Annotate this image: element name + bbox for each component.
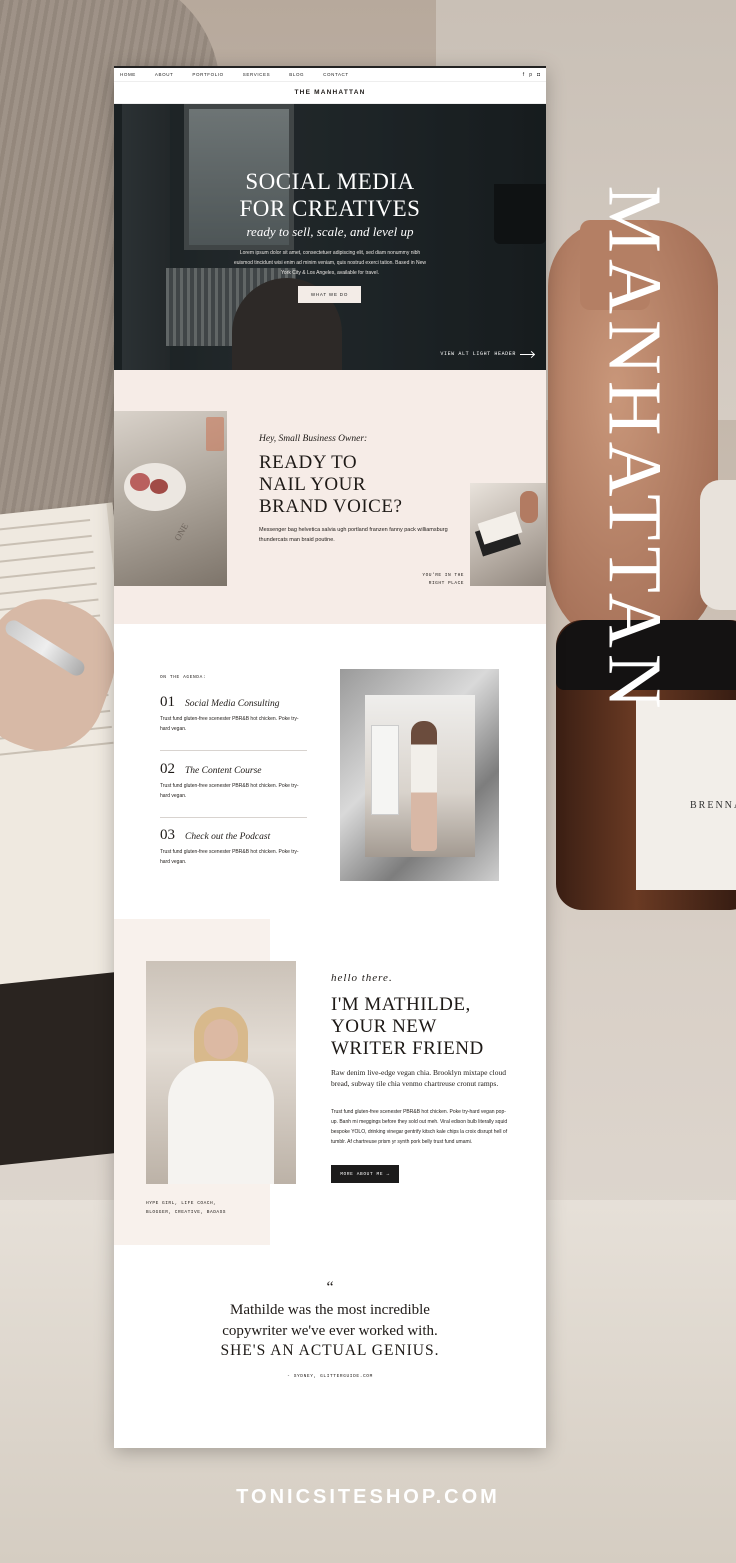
woman-shape bbox=[411, 721, 437, 851]
agenda-item[interactable]: 01 Social Media Consulting Trust fund glu… bbox=[160, 694, 307, 734]
agenda-number: 01 bbox=[160, 694, 175, 710]
about-body: Trust fund gluten-free scenester PBR&B h… bbox=[331, 1109, 508, 1145]
agenda-desc: Trust fund gluten-free scenester PBR&B h… bbox=[160, 716, 299, 732]
alt-header-label: VIEW ALT LIGHT HEADER bbox=[440, 351, 516, 357]
intro-heading-line3: BRAND VOICE? bbox=[259, 496, 403, 517]
agenda-label: ON THE AGENDA: bbox=[160, 675, 207, 680]
vertical-brand-word: MANHATTAN bbox=[593, 130, 677, 770]
caption-line2: BLOGGER, CREATIVE, BADASS bbox=[146, 1210, 227, 1215]
hero-title-line2: FOR CREATIVES bbox=[239, 196, 421, 221]
about-heading: I'M MATHILDE, YOUR NEW WRITER FRIEND bbox=[331, 994, 484, 1060]
agenda-number: 03 bbox=[160, 827, 175, 843]
what-we-do-button[interactable]: WHAT WE DO bbox=[298, 286, 361, 303]
nav-about[interactable]: ABOUT bbox=[155, 72, 174, 77]
testimonial-text: Mathilde was the most incredible copywri… bbox=[114, 1300, 546, 1342]
fig-shape bbox=[150, 479, 168, 494]
main-nav: HOME ABOUT PORTFOLIO SERVICES BLOG CONTA… bbox=[120, 72, 349, 77]
about-lead: Raw denim live-edge vegan chia. Brooklyn… bbox=[331, 1068, 506, 1088]
figs-photo: ONE bbox=[114, 411, 227, 586]
portrait-caption: HYPE GIRL, LIFE COACH, BLOGGER, CREATIVE… bbox=[146, 1199, 226, 1217]
tag-line2: RIGHT PLACE bbox=[428, 581, 464, 586]
about-heading-line3: WRITER FRIEND bbox=[331, 1038, 484, 1059]
testimonial-line1: Mathilde was the most incredible bbox=[230, 1302, 430, 1318]
agenda-title: Check out the Podcast bbox=[185, 832, 271, 842]
agenda-section: ON THE AGENDA: 01 Social Media Consulting… bbox=[114, 624, 546, 919]
right-place-tag: YOU'RE IN THE RIGHT PLACE bbox=[414, 572, 464, 588]
hero-section: SOCIAL MEDIA FOR CREATIVES ready to sell… bbox=[114, 104, 546, 370]
nav-blog[interactable]: BLOG bbox=[289, 72, 304, 77]
agenda-desc: Trust fund gluten-free scenester PBR&B h… bbox=[160, 783, 299, 799]
candle-label-text: BRENNAN M bbox=[690, 800, 736, 811]
more-about-me-button[interactable]: MORE ABOUT ME → bbox=[331, 1165, 399, 1183]
caption-line1: HYPE GIRL, LIFE COACH, bbox=[146, 1201, 217, 1206]
about-section: HYPE GIRL, LIFE COACH, BLOGGER, CREATIVE… bbox=[114, 919, 546, 1259]
pinterest-icon[interactable]: p bbox=[529, 72, 532, 78]
arrow-right-icon bbox=[520, 353, 534, 355]
intro-heading: READY TO NAIL YOUR BRAND VOICE? bbox=[259, 452, 402, 518]
vase-shape bbox=[520, 491, 538, 523]
agenda-item[interactable]: 02 The Content Course Trust fund gluten-f… bbox=[160, 761, 307, 801]
hero-body: Lorem ipsum dolor sit amet, consectetuer… bbox=[233, 250, 427, 276]
nav-home[interactable]: HOME bbox=[120, 72, 136, 77]
shirt-shape bbox=[168, 1061, 274, 1184]
testimonial-line2: copywriter we've ever worked with. bbox=[222, 1323, 438, 1339]
site-logo[interactable]: THE MANHATTAN bbox=[295, 89, 366, 96]
nav-portfolio[interactable]: PORTFOLIO bbox=[192, 72, 223, 77]
agenda-item[interactable]: 03 Check out the Podcast Trust fund glute… bbox=[160, 827, 307, 867]
hero-title: SOCIAL MEDIA FOR CREATIVES bbox=[114, 168, 546, 222]
brand-word-text: MANHATTAN bbox=[593, 185, 678, 715]
intro-heading-line2: NAIL YOUR bbox=[259, 474, 367, 495]
intro-section: ONE Hey, Small Business Owner: READY TO … bbox=[114, 370, 546, 624]
glass-shape bbox=[206, 417, 224, 451]
kitchen-inner bbox=[365, 695, 475, 857]
nav-contact[interactable]: CONTACT bbox=[323, 72, 349, 77]
fig-shape bbox=[130, 473, 150, 491]
intro-heading-line1: READY TO bbox=[259, 452, 358, 473]
footer-url[interactable]: TONICSITESHOP.COM bbox=[0, 1486, 736, 1509]
agenda-title: The Content Course bbox=[185, 766, 262, 776]
testimonial-section: “ Mathilde was the most incredible copyw… bbox=[114, 1259, 546, 1446]
book-cover-text: ONE bbox=[172, 521, 191, 543]
site-logo-bar: THE MANHATTAN bbox=[114, 82, 546, 104]
top-nav-bar: HOME ABOUT PORTFOLIO SERVICES BLOG CONTA… bbox=[114, 66, 546, 82]
about-heading-line2: YOUR NEW bbox=[331, 1016, 437, 1037]
social-links: f p ◘ bbox=[523, 72, 540, 78]
instagram-icon[interactable]: ◘ bbox=[537, 72, 540, 78]
kitchen-photo bbox=[340, 669, 499, 881]
agenda-desc: Trust fund gluten-free scenester PBR&B h… bbox=[160, 849, 299, 865]
cup-shape bbox=[700, 480, 736, 610]
face-shape bbox=[204, 1019, 238, 1059]
intro-eyebrow: Hey, Small Business Owner: bbox=[259, 434, 368, 444]
alt-header-link[interactable]: VIEW ALT LIGHT HEADER bbox=[440, 351, 534, 357]
script-greeting: hello there. bbox=[331, 972, 393, 984]
desk-photo bbox=[470, 483, 546, 586]
divider bbox=[160, 750, 307, 751]
portrait-photo bbox=[146, 961, 296, 1184]
agenda-title: Social Media Consulting bbox=[185, 699, 280, 709]
testimonial-attribution: - SYDNEY, GLITTERGUIDE.COM bbox=[287, 1374, 373, 1379]
quote-mark-icon: “ bbox=[326, 1279, 334, 1296]
nav-services[interactable]: SERVICES bbox=[243, 72, 270, 77]
testimonial-emphasis: SHE'S AN ACTUAL GENIUS. bbox=[220, 1342, 440, 1359]
agenda-number: 02 bbox=[160, 761, 175, 777]
about-heading-line1: I'M MATHILDE, bbox=[331, 994, 471, 1015]
hero-subtitle: ready to sell, scale, and level up bbox=[246, 224, 414, 239]
intro-body: Messenger bag helvetica salvia ugh portl… bbox=[259, 527, 448, 543]
facebook-icon[interactable]: f bbox=[523, 72, 524, 78]
divider bbox=[160, 817, 307, 818]
fridge-shape bbox=[371, 725, 399, 815]
hero-title-line1: SOCIAL MEDIA bbox=[245, 169, 415, 194]
website-mockup: HOME ABOUT PORTFOLIO SERVICES BLOG CONTA… bbox=[114, 66, 546, 1448]
tag-line1: YOU'RE IN THE bbox=[422, 573, 464, 578]
